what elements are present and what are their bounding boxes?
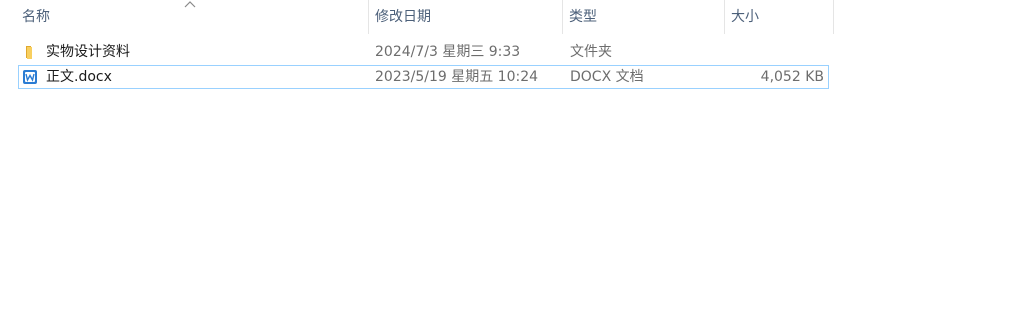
empty-list-area[interactable] xyxy=(0,95,1024,311)
column-header-bar: 名称 修改日期 类型 大小 xyxy=(0,0,834,34)
sort-ascending-icon[interactable] xyxy=(184,0,196,8)
wps-writer-document-icon xyxy=(23,70,37,84)
file-name: 正文.docx xyxy=(46,69,112,85)
column-header-type[interactable]: 类型 xyxy=(563,0,724,34)
file-row-document[interactable]: 正文.docx 2023/5/19 星期五 10:24 DOCX 文档 4,05… xyxy=(18,65,829,89)
column-header-name-label: 名称 xyxy=(22,9,50,25)
file-row-folder[interactable]: 实物设计资料 2024/7/3 星期三 9:33 文件夹 xyxy=(18,40,829,64)
column-header-type-label: 类型 xyxy=(569,9,597,25)
column-header-modified[interactable]: 修改日期 xyxy=(369,0,562,34)
file-name: 实物设计资料 xyxy=(46,44,130,60)
file-type: 文件夹 xyxy=(570,44,612,60)
column-header-modified-label: 修改日期 xyxy=(375,9,431,25)
file-modified: 2023/5/19 星期五 10:24 xyxy=(375,69,539,85)
file-type: DOCX 文档 xyxy=(570,69,644,85)
file-size: 4,052 KB xyxy=(760,69,824,85)
column-header-size-label: 大小 xyxy=(731,9,759,25)
folder-icon xyxy=(26,46,32,59)
file-explorer-list-view: 名称 修改日期 类型 大小 实物设计资料 2024/7/3 星期三 9:33 文… xyxy=(0,0,1024,311)
column-divider[interactable] xyxy=(833,0,834,34)
column-header-size[interactable]: 大小 xyxy=(725,0,833,34)
file-modified: 2024/7/3 星期三 9:33 xyxy=(375,44,521,60)
